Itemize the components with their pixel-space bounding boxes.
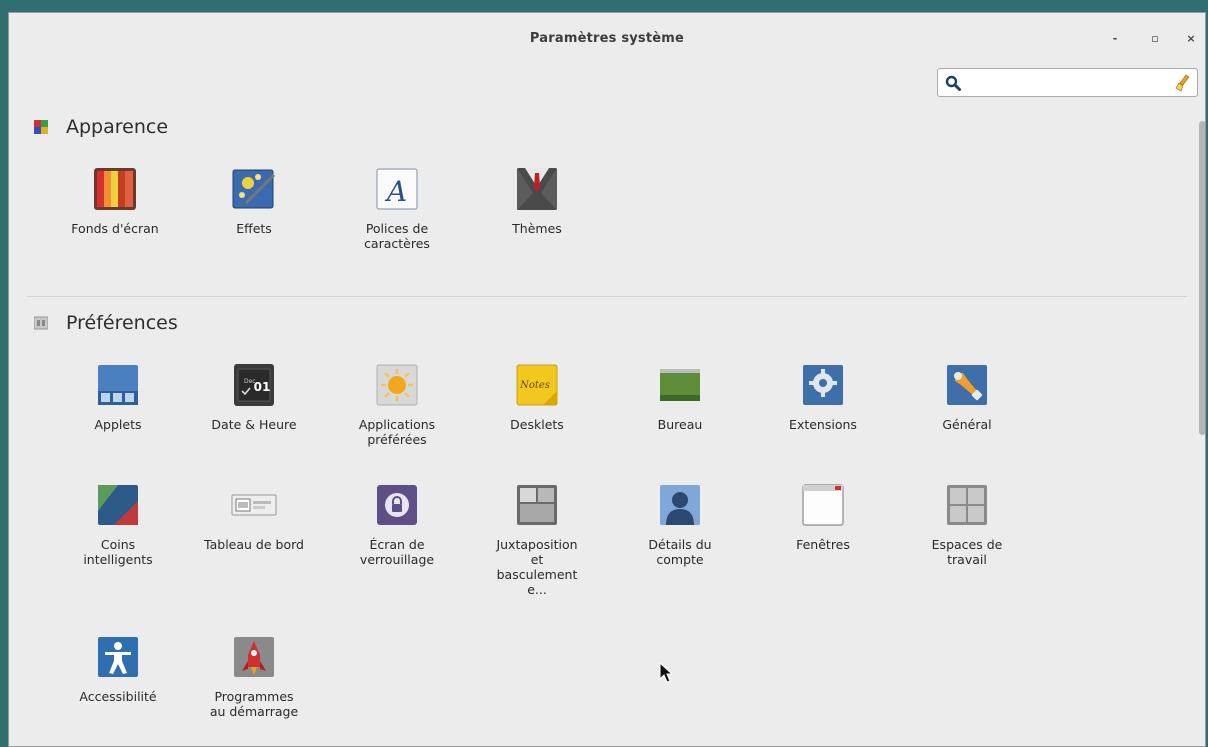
panel-icon	[231, 494, 277, 516]
section-divider	[27, 296, 1187, 297]
scrollbar-thumb[interactable]	[1199, 121, 1205, 435]
search-input[interactable]	[966, 73, 1161, 92]
window-title: Paramètres système	[529, 31, 685, 46]
settings-item-label: Thèmes	[512, 221, 562, 236]
settings-item-hot-corners[interactable]: Coins intelligents	[53, 481, 183, 567]
section-header-preferences: Préférences	[34, 312, 178, 334]
settings-item-startup-programs[interactable]: Programmes au démarrage	[189, 633, 319, 719]
section-title: Apparence	[66, 116, 169, 138]
general-icon	[947, 365, 987, 405]
settings-item-label: Accessibilité	[79, 689, 157, 704]
desklets-icon: Notes	[516, 364, 558, 406]
settings-item-label: Écran de verrouillage	[359, 537, 435, 567]
settings-item-desklets[interactable]: Notes Desklets	[472, 361, 602, 432]
settings-item-label: Extensions	[789, 417, 857, 432]
settings-item-lock-screen[interactable]: Écran de verrouillage	[332, 481, 462, 567]
applets-icon	[98, 365, 138, 405]
settings-item-wallpapers[interactable]: Fonds d'écran	[50, 165, 180, 236]
settings-item-label: Bureau	[657, 417, 703, 432]
fonts-icon: A	[376, 168, 418, 210]
lock-screen-icon	[377, 485, 417, 525]
section-title: Préférences	[66, 312, 178, 334]
search-icon	[945, 75, 961, 91]
settings-item-panel[interactable]: Tableau de bord	[189, 481, 319, 552]
effects-icon	[232, 169, 276, 209]
settings-item-preferred-apps[interactable]: Applications préférées	[332, 361, 462, 447]
settings-item-accessibility[interactable]: Accessibilité	[53, 633, 183, 704]
workspaces-icon	[947, 485, 987, 525]
settings-item-label: Applets	[94, 417, 142, 432]
settings-item-label: Date & Heure	[211, 417, 297, 432]
settings-item-label: Polices de caractères	[364, 221, 430, 251]
title-bar[interactable]: Paramètres système - ▫ ×	[9, 13, 1205, 57]
settings-item-windows[interactable]: Fenêtres	[758, 481, 888, 552]
settings-item-account-details[interactable]: Détails du compte	[615, 481, 745, 567]
settings-item-date-time[interactable]: Dec 01 Date & Heure	[189, 361, 319, 432]
settings-item-label: Desklets	[510, 417, 564, 432]
close-button[interactable]: ×	[1181, 31, 1201, 47]
accessibility-icon	[98, 637, 138, 677]
settings-item-extensions[interactable]: Extensions	[758, 361, 888, 432]
settings-item-label: Effets	[236, 221, 272, 236]
settings-item-label: Fenêtres	[796, 537, 850, 552]
settings-item-label: Général	[942, 417, 992, 432]
date-day: 01	[254, 380, 271, 394]
svg-text:Notes: Notes	[519, 380, 550, 391]
themes-icon	[517, 168, 557, 210]
appearance-section-icon	[34, 120, 48, 134]
minimize-button[interactable]: -	[1105, 31, 1125, 47]
settings-item-label: Fonds d'écran	[71, 221, 159, 236]
extensions-icon	[803, 365, 843, 405]
settings-item-fonts[interactable]: A Polices de caractères	[332, 165, 462, 251]
settings-item-general[interactable]: Général	[902, 361, 1032, 432]
settings-item-tiling[interactable]: Juxtaposition et basculement e...	[472, 481, 602, 597]
preferred-apps-icon	[376, 364, 418, 406]
maximize-button[interactable]: ▫	[1145, 31, 1165, 47]
settings-item-label: Tableau de bord	[204, 537, 304, 552]
account-details-icon	[660, 485, 700, 525]
tiling-icon	[517, 485, 557, 525]
preferences-section-icon	[34, 316, 48, 330]
settings-item-effects[interactable]: Effets	[189, 165, 319, 236]
wallpaper-icon	[94, 168, 136, 210]
settings-item-workspaces[interactable]: Espaces de travail	[902, 481, 1032, 567]
settings-item-label: Applications préférées	[358, 417, 436, 447]
settings-window: Paramètres système - ▫ × Apparence Fonds…	[8, 12, 1206, 747]
settings-item-label: Programmes au démarrage	[209, 689, 299, 719]
startup-programs-icon	[234, 637, 274, 677]
desktop-icon	[660, 369, 700, 401]
settings-item-label: Coins intelligents	[83, 537, 153, 567]
clear-search-icon[interactable]	[1175, 74, 1191, 92]
settings-item-themes[interactable]: Thèmes	[472, 165, 602, 236]
settings-item-applets[interactable]: Applets	[53, 361, 183, 432]
windows-icon	[802, 484, 844, 526]
vertical-scrollbar[interactable]	[1198, 103, 1205, 746]
settings-item-label: Juxtaposition et basculement e...	[496, 537, 578, 597]
section-header-apparence: Apparence	[34, 116, 168, 138]
date-time-icon: Dec 01	[234, 364, 274, 406]
settings-item-label: Détails du compte	[648, 537, 712, 567]
search-box[interactable]	[937, 68, 1198, 97]
mouse-pointer-icon	[659, 662, 673, 683]
settings-item-label: Espaces de travail	[931, 537, 1003, 567]
svg-text:A: A	[384, 175, 407, 208]
settings-item-desktop[interactable]: Bureau	[615, 361, 745, 432]
hot-corners-icon	[98, 485, 138, 525]
